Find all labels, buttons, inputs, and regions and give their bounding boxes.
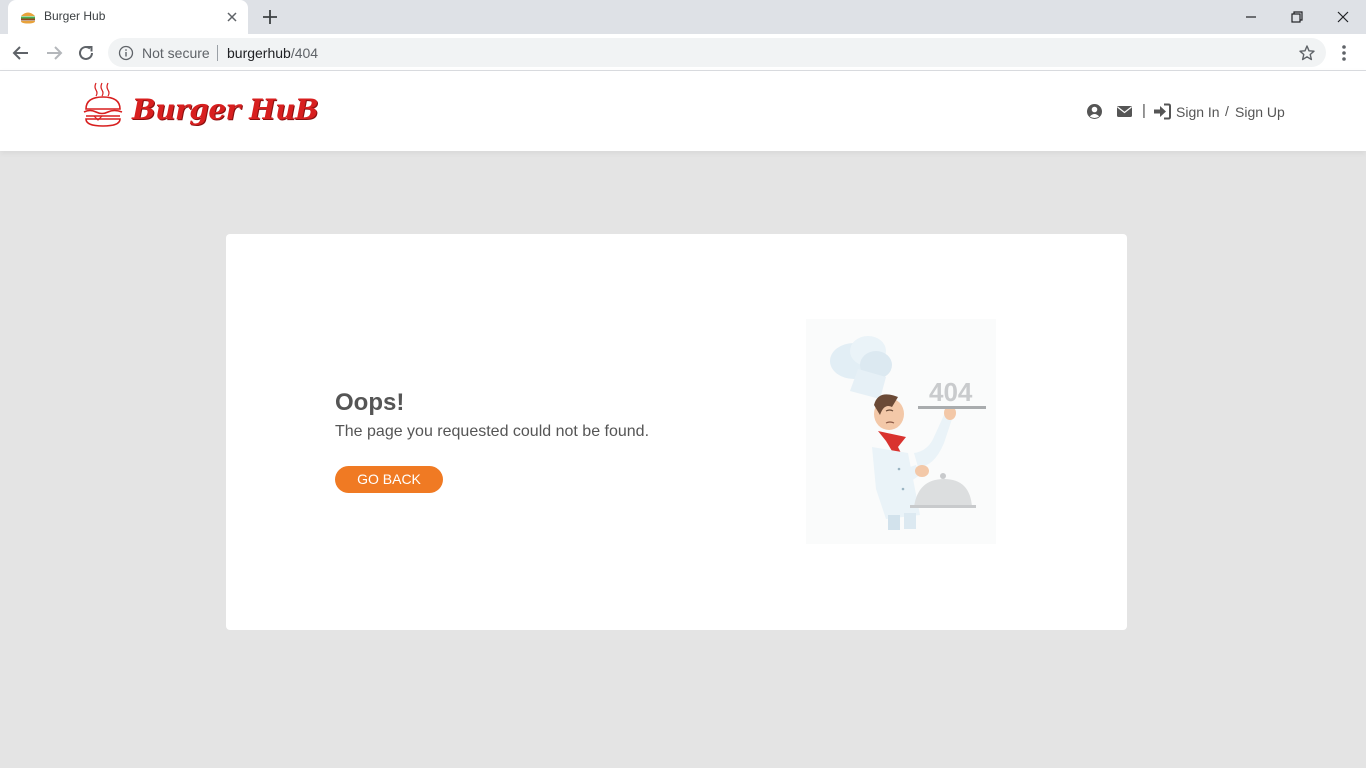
burger-logo-icon [83,82,123,127]
minimize-icon[interactable] [1238,4,1264,30]
address-bar[interactable]: Not secure burgerhub/404 [108,38,1326,67]
error-heading: Oops! [335,389,405,416]
forward-icon[interactable] [43,42,65,64]
url-path: /404 [290,45,319,61]
error-message: The page you requested could not be foun… [335,423,650,440]
sign-in-icon[interactable] [1153,103,1171,120]
url-host: burgerhub [227,45,291,61]
url-text[interactable]: burgerhub/404 [227,45,318,61]
back-icon[interactable] [10,42,32,64]
chef-404-illustration: 404 [806,319,996,544]
info-icon[interactable] [118,45,134,61]
envelope-icon[interactable] [1116,103,1133,120]
browser-toolbar: Not secure burgerhub/404 [0,34,1366,71]
illustration-404-text: 404 [929,377,973,407]
logo-text: Burger HuB [132,93,319,126]
user-circle-icon[interactable] [1086,103,1103,120]
site-header: Burger HuB | Sign In / Sign Up [0,71,1366,151]
tab-title: Burger Hub [44,9,106,23]
auth-separator: / [1225,103,1229,119]
bookmark-star-icon[interactable] [1298,44,1316,62]
go-back-button[interactable]: GO BACK [335,466,443,493]
sign-up-link[interactable]: Sign Up [1235,104,1285,120]
error-card: Oops! The page you requested could not b… [226,234,1127,630]
browser-tabstrip: Burger Hub [0,0,1366,34]
restore-icon[interactable] [1284,4,1310,30]
close-tab-icon[interactable] [224,9,240,25]
new-tab-icon[interactable] [260,7,280,27]
burger-favicon-icon [21,12,35,24]
close-window-icon[interactable] [1330,4,1356,30]
omnibox-separator [217,45,218,61]
browser-tab[interactable]: Burger Hub [8,0,248,34]
chef-illustration-graphic [806,319,996,544]
security-status[interactable]: Not secure [142,45,210,61]
nav-divider: | [1142,102,1146,119]
reload-icon[interactable] [75,42,97,64]
sign-in-link[interactable]: Sign In [1176,104,1220,120]
site-logo[interactable]: Burger HuB [82,81,319,141]
kebab-menu-icon[interactable] [1334,42,1354,64]
